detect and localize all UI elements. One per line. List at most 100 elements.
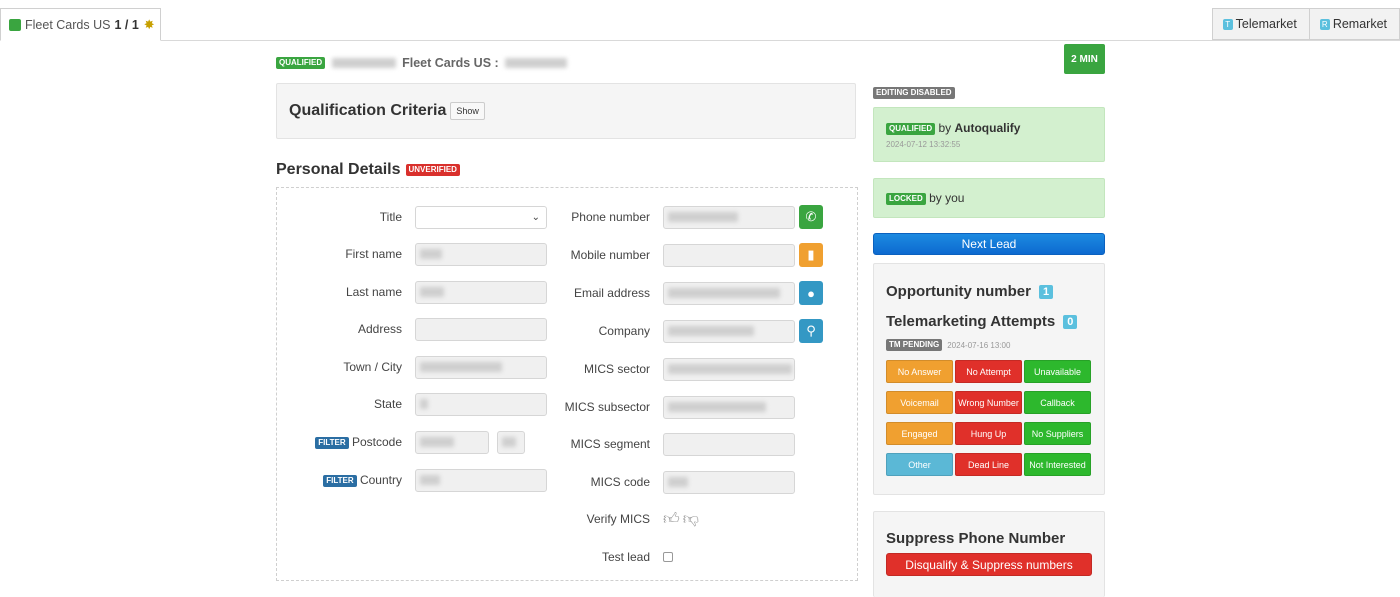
mics-segment-label: MICS segment <box>570 437 650 451</box>
qualified-by-name: Autoqualify <box>954 121 1021 135</box>
mobile-icon[interactable]: ▮ <box>799 243 823 267</box>
campaign-label: Fleet Cards US : <box>402 56 499 70</box>
mics-sector-label: MICS sector <box>583 362 650 376</box>
qualified-by-text: by <box>938 121 952 135</box>
qualified-alert: QUALIFIED by Autoqualify 2024-07-12 13:3… <box>873 107 1105 162</box>
mics-segment-row: MICS segment <box>276 432 795 456</box>
mobile-input[interactable] <box>663 243 795 267</box>
lead-header: QUALIFIED Fleet Cards US : <box>276 56 567 70</box>
opportunity-label: Opportunity number <box>886 283 1031 300</box>
top-right-actions: T Telemarket R Remarket <box>1211 8 1400 40</box>
tm-pending-badge: TM PENDING <box>886 339 943 351</box>
wrong-number-button[interactable]: Wrong Number <box>955 391 1022 414</box>
dead-line-button[interactable]: Dead Line <box>955 453 1022 476</box>
test-lead-row: Test lead <box>276 545 673 569</box>
mobile-row: Mobile number ▮ <box>276 243 823 267</box>
test-lead-label: Test lead <box>601 550 650 564</box>
status-dot-icon <box>9 18 21 31</box>
personal-details-title: Personal Details UNVERIFIED <box>276 161 460 179</box>
phone-icon[interactable]: ✆ <box>799 205 823 229</box>
show-button[interactable]: Show <box>450 102 485 120</box>
hung-up-button[interactable]: Hung Up <box>955 422 1022 445</box>
tab-count: 1 / 1 <box>114 17 139 32</box>
company-input[interactable] <box>663 319 795 343</box>
mics-code-label: MICS code <box>590 475 650 489</box>
call-outcome-grid: No Answer No Attempt Unavailable Voicema… <box>886 360 1091 476</box>
tab-bar: Fleet Cards US 1 / 1 ✸ T Telemarket R Re… <box>0 0 1400 41</box>
star-icon: ✸ <box>143 16 155 32</box>
next-lead-button[interactable]: Next Lead <box>873 233 1105 255</box>
company-label: Company <box>598 324 650 338</box>
telemarketing-label: Telemarketing Attempts <box>886 313 1056 330</box>
company-row: Company ⚲ <box>276 319 823 343</box>
tm-pending-time: 2024-07-16 13:00 <box>947 340 1011 350</box>
redacted-name <box>332 58 397 68</box>
suppress-panel: Suppress Phone Number Disqualify & Suppr… <box>873 511 1105 597</box>
mics-subsector-label: MICS subsector <box>564 400 650 414</box>
editing-disabled-badge: EDITING DISABLED <box>873 87 955 99</box>
qualified-line: QUALIFIED by Autoqualify <box>886 121 1104 135</box>
phone-input[interactable] <box>663 205 795 229</box>
thumbs-down-icon[interactable]: 👎︎ <box>683 511 702 528</box>
qualification-title: Qualification Criteria <box>289 102 447 119</box>
opportunity-count: 1 <box>1039 284 1054 299</box>
telemarketing-panel: Opportunity number 1 Telemarketing Attem… <box>873 263 1105 495</box>
locked-alert: LOCKED by you <box>873 178 1105 218</box>
phone-label: Phone number <box>571 210 650 224</box>
qualified-timestamp: 2024-07-12 13:32:55 <box>886 140 961 149</box>
engaged-button[interactable]: Engaged <box>886 422 953 445</box>
other-button[interactable]: Other <box>886 453 953 476</box>
telemarket-button[interactable]: T Telemarket <box>1211 8 1310 40</box>
search-icon[interactable]: ⚲ <box>799 319 823 343</box>
tab-fleet-cards-us[interactable]: Fleet Cards US 1 / 1 ✸ <box>0 8 161 41</box>
email-input[interactable] <box>663 281 795 305</box>
unverified-badge: UNVERIFIED <box>405 164 460 176</box>
locked-by-text: by you <box>929 191 965 205</box>
tab-label: Fleet Cards US <box>25 17 111 32</box>
not-interested-button[interactable]: Not Interested <box>1024 453 1091 476</box>
personal-details-heading: Personal Details <box>276 161 401 178</box>
mics-code-input[interactable] <box>663 470 795 494</box>
mics-sector-input[interactable] <box>663 357 795 381</box>
telemarket-label: Telemarket <box>1235 17 1297 31</box>
globe-icon[interactable]: ● <box>799 281 823 305</box>
redacted-value <box>668 288 780 298</box>
redacted-value <box>668 477 688 487</box>
tm-pending-line: TM PENDING 2024-07-16 13:00 <box>886 339 1010 351</box>
redacted-value <box>668 326 754 336</box>
no-answer-button[interactable]: No Answer <box>886 360 953 383</box>
disqualify-suppress-button[interactable]: Disqualify & Suppress numbers <box>886 553 1092 576</box>
mics-subsector-input[interactable] <box>663 395 795 419</box>
callback-button[interactable]: Callback <box>1024 391 1091 414</box>
email-label: Email address <box>573 286 650 300</box>
qualified-badge: QUALIFIED <box>886 122 936 135</box>
remarket-icon: R <box>1319 18 1330 30</box>
redacted-value <box>668 364 792 374</box>
suppress-heading: Suppress Phone Number <box>886 530 1066 547</box>
mics-segment-input[interactable] <box>663 432 795 456</box>
timer-badge: 2 MIN <box>1064 44 1105 74</box>
thumbs-up-icon[interactable]: 👍︎ <box>663 511 683 528</box>
verify-mics-row: Verify MICS 👍︎👎︎ <box>276 507 702 531</box>
locked-badge: LOCKED <box>886 192 926 205</box>
phone-row: Phone number ✆ <box>276 205 823 229</box>
thumbs-rating: 👍︎👎︎ <box>663 510 702 529</box>
opportunity-heading: Opportunity number 1 <box>886 283 1054 300</box>
remarket-label: Remarket <box>1332 17 1387 31</box>
redacted-value <box>668 212 738 222</box>
no-attempt-button[interactable]: No Attempt <box>955 360 1022 383</box>
no-suppliers-button[interactable]: No Suppliers <box>1024 422 1091 445</box>
mics-sector-row: MICS sector <box>276 357 795 381</box>
telemarketing-count: 0 <box>1063 314 1078 329</box>
qualified-badge: QUALIFIED <box>276 57 326 69</box>
telemarket-icon: T <box>1222 18 1233 30</box>
verify-mics-label: Verify MICS <box>586 512 650 526</box>
test-lead-checkbox[interactable] <box>663 552 673 562</box>
mics-subsector-row: MICS subsector <box>276 395 795 419</box>
voicemail-button[interactable]: Voicemail <box>886 391 953 414</box>
unavailable-button[interactable]: Unavailable <box>1024 360 1091 383</box>
telemarketing-heading: Telemarketing Attempts 0 <box>886 313 1078 330</box>
mics-code-row: MICS code <box>276 470 795 494</box>
redacted-value <box>668 402 766 412</box>
remarket-button[interactable]: R Remarket <box>1308 8 1400 40</box>
